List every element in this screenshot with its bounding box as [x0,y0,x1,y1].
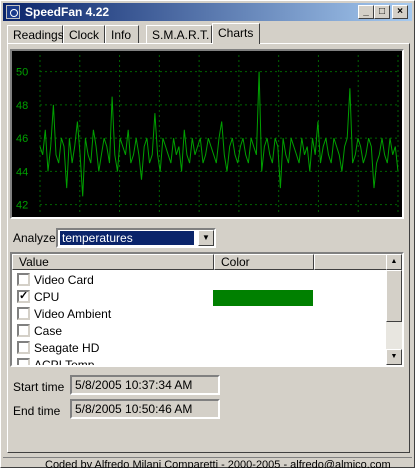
list-item-label: Case [34,324,63,338]
list-item-checkbox[interactable] [17,307,30,320]
tab-charts[interactable]: Charts [212,23,260,44]
series-line-cpu [39,71,399,197]
column-header-empty [314,254,388,270]
tab-info[interactable]: Info [105,25,139,43]
chevron-down-icon[interactable]: ▼ [198,230,214,246]
list-item[interactable]: Video Ambient [12,305,388,322]
list-item-checkbox[interactable] [17,273,30,286]
list-item[interactable]: ✓ CPU [12,288,388,306]
analyze-selected-value: temperatures [60,231,194,245]
status-bar: Coded by Alfredo Milani Comparetti - 200… [3,457,412,468]
list-item-label: ACPI Temp [34,358,95,367]
y-tick-label: 46 [16,133,28,145]
tab-smart[interactable]: S.M.A.R.T. [146,25,212,43]
list-item-label: Video Card [34,273,94,287]
maximize-button[interactable]: □ [374,5,390,19]
y-tick-label: 48 [16,100,28,112]
app-icon[interactable] [6,5,20,19]
column-header-value[interactable]: Value [12,254,214,270]
start-time-label: Start time [13,380,65,394]
y-tick-label: 42 [16,200,28,212]
main-window: SpeedFan 4.22 _ □ × Readings Clock Info … [0,0,415,468]
list-item[interactable]: Case [12,322,388,339]
analyze-label: Analyze [13,231,56,245]
window-title: SpeedFan 4.22 [25,5,110,19]
start-time-field[interactable]: 5/8/2005 10:37:34 AM [70,375,220,395]
sensor-list: Value Color Video Card ✓ CPU Video Ambient C… [10,252,404,367]
list-item-checkbox[interactable] [17,358,30,365]
list-item[interactable]: Seagate HD [12,339,388,356]
status-text: Coded by Alfredo Milani Comparetti - 200… [45,459,391,468]
list-item-label: Video Ambient [34,307,112,321]
column-header-color[interactable]: Color [214,254,314,270]
tab-clock[interactable]: Clock [63,25,105,43]
tab-readings[interactable]: Readings [7,25,64,43]
y-tick-label: 50 [16,67,28,79]
temperature-chart: 50 48 46 44 42 [10,49,404,219]
minimize-button[interactable]: _ [358,5,374,19]
list-item-label: CPU [34,290,60,304]
title-bar[interactable]: SpeedFan 4.22 _ □ × [3,3,412,21]
list-item-label: Seagate HD [34,341,100,355]
chart-svg: 50 48 46 44 42 [16,55,399,213]
list-item-color-swatch[interactable] [213,290,313,306]
end-time-label: End time [13,404,61,418]
close-button[interactable]: × [392,5,408,19]
y-tick-label: 44 [16,166,28,178]
list-item[interactable]: Video Card [12,271,388,288]
end-time-field[interactable]: 5/8/2005 10:50:46 AM [70,399,220,419]
list-header: Value Color [12,254,388,270]
scroll-thumb[interactable] [386,270,402,322]
list-item-checkbox[interactable] [17,341,30,354]
scroll-down-icon[interactable]: ▼ [386,349,402,365]
scroll-up-icon[interactable]: ▲ [386,254,402,270]
analyze-dropdown[interactable]: temperatures ▼ [56,228,216,248]
list-item[interactable]: ACPI Temp [12,356,388,367]
list-item-checkbox[interactable]: ✓ [17,290,30,303]
list-item-checkbox[interactable] [17,324,30,337]
list-scrollbar[interactable]: ▲ ▼ [386,254,402,365]
